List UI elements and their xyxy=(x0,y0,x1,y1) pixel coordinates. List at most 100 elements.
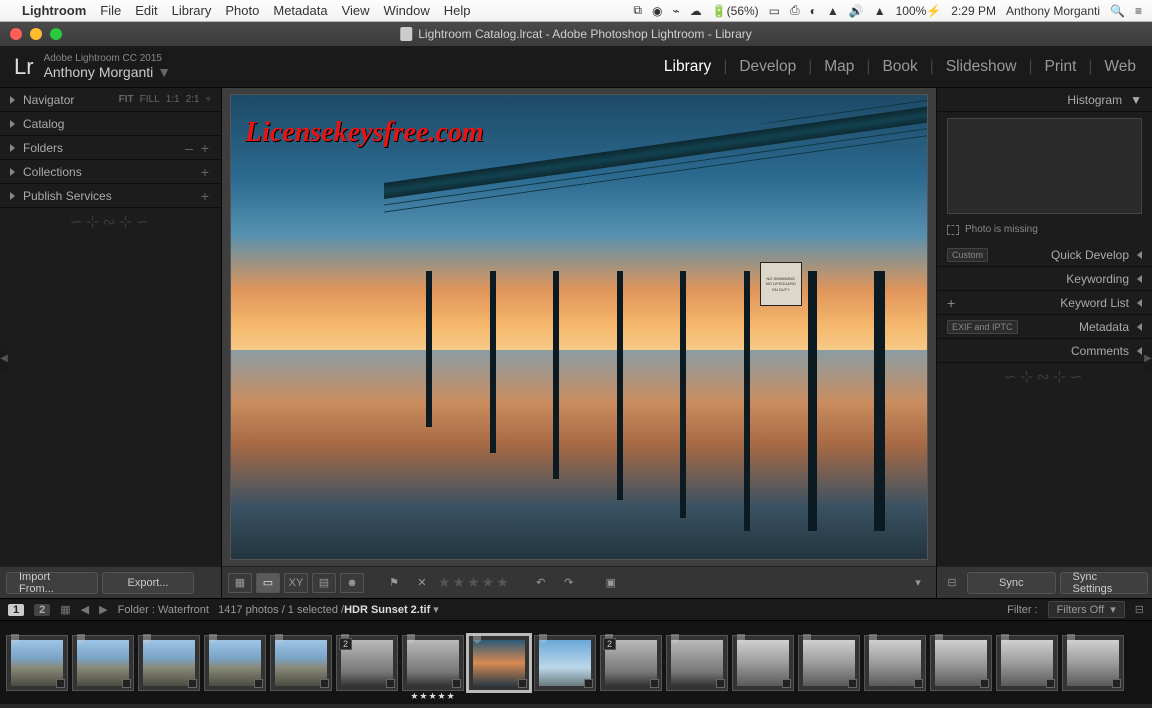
metadata-preset[interactable]: EXIF and IPTC xyxy=(947,320,1018,334)
navigator-header[interactable]: Navigator FIT FILL 1:1 2:1 ÷ xyxy=(0,88,221,112)
filmstrip-thumb[interactable] xyxy=(1062,635,1124,691)
menu-photo[interactable]: Photo xyxy=(225,3,259,18)
user-menu[interactable]: Anthony Morganti xyxy=(1006,4,1100,18)
slideshow-icon[interactable]: ▣ xyxy=(599,573,623,593)
module-print[interactable]: Print xyxy=(1043,58,1079,76)
rotate-cw-icon[interactable]: ↷ xyxy=(557,573,581,593)
filmstrip-thumb[interactable] xyxy=(732,635,794,691)
spotlight-icon[interactable]: 🔍 xyxy=(1110,4,1125,18)
comments-header[interactable]: Comments xyxy=(937,339,1152,363)
identity-plate[interactable]: Anthony Morganti xyxy=(44,64,154,80)
filmstrip-thumb[interactable] xyxy=(798,635,860,691)
flag-reject-icon[interactable]: ✕ xyxy=(410,573,434,593)
sync-lock-icon[interactable]: ⊟ xyxy=(941,576,963,589)
filmstrip-thumb[interactable] xyxy=(270,635,332,691)
eye-icon[interactable]: ◉ xyxy=(652,4,662,18)
battery-icon[interactable]: 🔋(56%) xyxy=(712,4,759,18)
quick-develop-preset[interactable]: Custom xyxy=(947,248,988,262)
menu-file[interactable]: File xyxy=(100,3,121,18)
histogram-menu-icon[interactable]: ▼ xyxy=(1130,93,1142,107)
module-library[interactable]: Library xyxy=(662,58,713,76)
metadata-header[interactable]: EXIF and IPTCMetadata xyxy=(937,315,1152,339)
window-zoom-button[interactable] xyxy=(50,28,62,40)
publish-header[interactable]: Publish Services+ xyxy=(0,184,221,208)
volume-icon[interactable]: 🔊 xyxy=(849,4,864,18)
rating-stars[interactable]: ★★★★★ xyxy=(438,574,511,591)
histogram-header[interactable]: Histogram▼ xyxy=(937,88,1152,112)
keyword-add-icon[interactable]: + xyxy=(947,295,955,311)
menu-help[interactable]: Help xyxy=(444,3,471,18)
keyword-list-header[interactable]: +Keyword List xyxy=(937,291,1152,315)
filmstrip-thumb[interactable]: ★★★★★ xyxy=(402,635,464,691)
wifi-icon[interactable]: ▲ xyxy=(874,4,886,18)
quick-develop-header[interactable]: CustomQuick Develop xyxy=(937,243,1152,267)
catalog-header[interactable]: Catalog xyxy=(0,112,221,136)
nav-2-1[interactable]: 2:1 xyxy=(186,94,200,105)
menu-view[interactable]: View xyxy=(342,3,370,18)
grid-view-icon[interactable]: ▦ xyxy=(228,573,252,593)
survey-view-icon[interactable]: ▤ xyxy=(312,573,336,593)
loupe-view-icon[interactable]: ▭ xyxy=(256,573,280,593)
module-develop[interactable]: Develop xyxy=(737,58,798,76)
nav-fill[interactable]: FILL xyxy=(140,94,160,105)
people-view-icon[interactable]: ☻ xyxy=(340,573,364,593)
sync-settings-button[interactable]: Sync Settings xyxy=(1060,572,1149,594)
filter-lock-icon[interactable]: ⊟ xyxy=(1135,603,1144,616)
source-primary[interactable]: 1 xyxy=(8,604,24,616)
identity-dropdown-icon[interactable]: ▼ xyxy=(157,64,171,80)
clock[interactable]: 2:29 PM xyxy=(951,4,996,18)
airplay-icon[interactable]: ▲ xyxy=(827,4,839,18)
grid-mini-icon[interactable]: ▦ xyxy=(60,603,70,616)
filter-select[interactable]: Filters Off ▾ xyxy=(1048,601,1125,618)
display-icon[interactable]: ▭ xyxy=(769,4,780,18)
folders-header[interactable]: Folders– + xyxy=(0,136,221,160)
window-close-button[interactable] xyxy=(10,28,22,40)
dropbox-icon[interactable]: ⧉ xyxy=(633,3,642,18)
nav-forward-icon[interactable]: ▶ xyxy=(99,603,107,616)
export-button[interactable]: Export... xyxy=(102,572,194,594)
module-map[interactable]: Map xyxy=(822,58,856,76)
menu-library[interactable]: Library xyxy=(172,3,212,18)
menu-edit[interactable]: Edit xyxy=(135,3,157,18)
breadcrumb[interactable]: Folder : Waterfront 1417 photos / 1 sele… xyxy=(118,603,439,616)
filmstrip-thumb[interactable] xyxy=(864,635,926,691)
compare-view-icon[interactable]: XY xyxy=(284,573,308,593)
sync-button[interactable]: Sync xyxy=(967,572,1056,594)
sync-icon[interactable]: ◐ xyxy=(810,4,817,18)
nav-fit[interactable]: FIT xyxy=(119,94,134,105)
publish-add[interactable]: + xyxy=(201,188,211,204)
bridge-icon[interactable]: ⌁ xyxy=(672,4,679,18)
toolbar-menu-icon[interactable]: ▾ xyxy=(906,573,930,593)
window-minimize-button[interactable] xyxy=(30,28,42,40)
collections-add[interactable]: + xyxy=(201,164,211,180)
cloud-icon[interactable]: ☁ xyxy=(690,4,702,18)
nav-1-1[interactable]: 1:1 xyxy=(166,94,180,105)
notification-center-icon[interactable]: ≡ xyxy=(1135,4,1142,18)
filmstrip[interactable]: 2★★★★★2 xyxy=(0,620,1152,704)
filmstrip-thumb[interactable] xyxy=(204,635,266,691)
import-button[interactable]: Import From... xyxy=(6,572,98,594)
nav-back-icon[interactable]: ◀ xyxy=(81,603,89,616)
flag-pick-icon[interactable]: ⚑ xyxy=(382,573,406,593)
loupe-view[interactable]: NO SWIMMINGNO LIFEGUARDON DUTY Licenseke… xyxy=(230,94,928,560)
right-panel-toggle[interactable]: ▶ xyxy=(1144,343,1152,373)
filmstrip-thumb[interactable]: 2 xyxy=(600,635,662,691)
filmstrip-thumb[interactable] xyxy=(72,635,134,691)
left-panel-toggle[interactable]: ◀ xyxy=(0,343,8,373)
module-book[interactable]: Book xyxy=(880,58,919,76)
module-web[interactable]: Web xyxy=(1102,58,1138,76)
filmstrip-thumb[interactable] xyxy=(996,635,1058,691)
nav-zoom-menu-icon[interactable]: ÷ xyxy=(206,94,212,105)
filmstrip-thumb[interactable] xyxy=(666,635,728,691)
keywording-header[interactable]: Keywording xyxy=(937,267,1152,291)
source-secondary[interactable]: 2 xyxy=(34,604,50,616)
printer-icon[interactable]: ⎙ xyxy=(790,3,800,18)
filmstrip-thumb[interactable] xyxy=(6,635,68,691)
menu-window[interactable]: Window xyxy=(384,3,430,18)
filmstrip-thumb[interactable]: 2 xyxy=(336,635,398,691)
filmstrip-thumb[interactable] xyxy=(468,635,530,691)
collections-header[interactable]: Collections+ xyxy=(0,160,221,184)
filmstrip-thumb[interactable] xyxy=(930,635,992,691)
rotate-ccw-icon[interactable]: ↶ xyxy=(529,573,553,593)
folders-add-remove[interactable]: – + xyxy=(185,140,211,156)
